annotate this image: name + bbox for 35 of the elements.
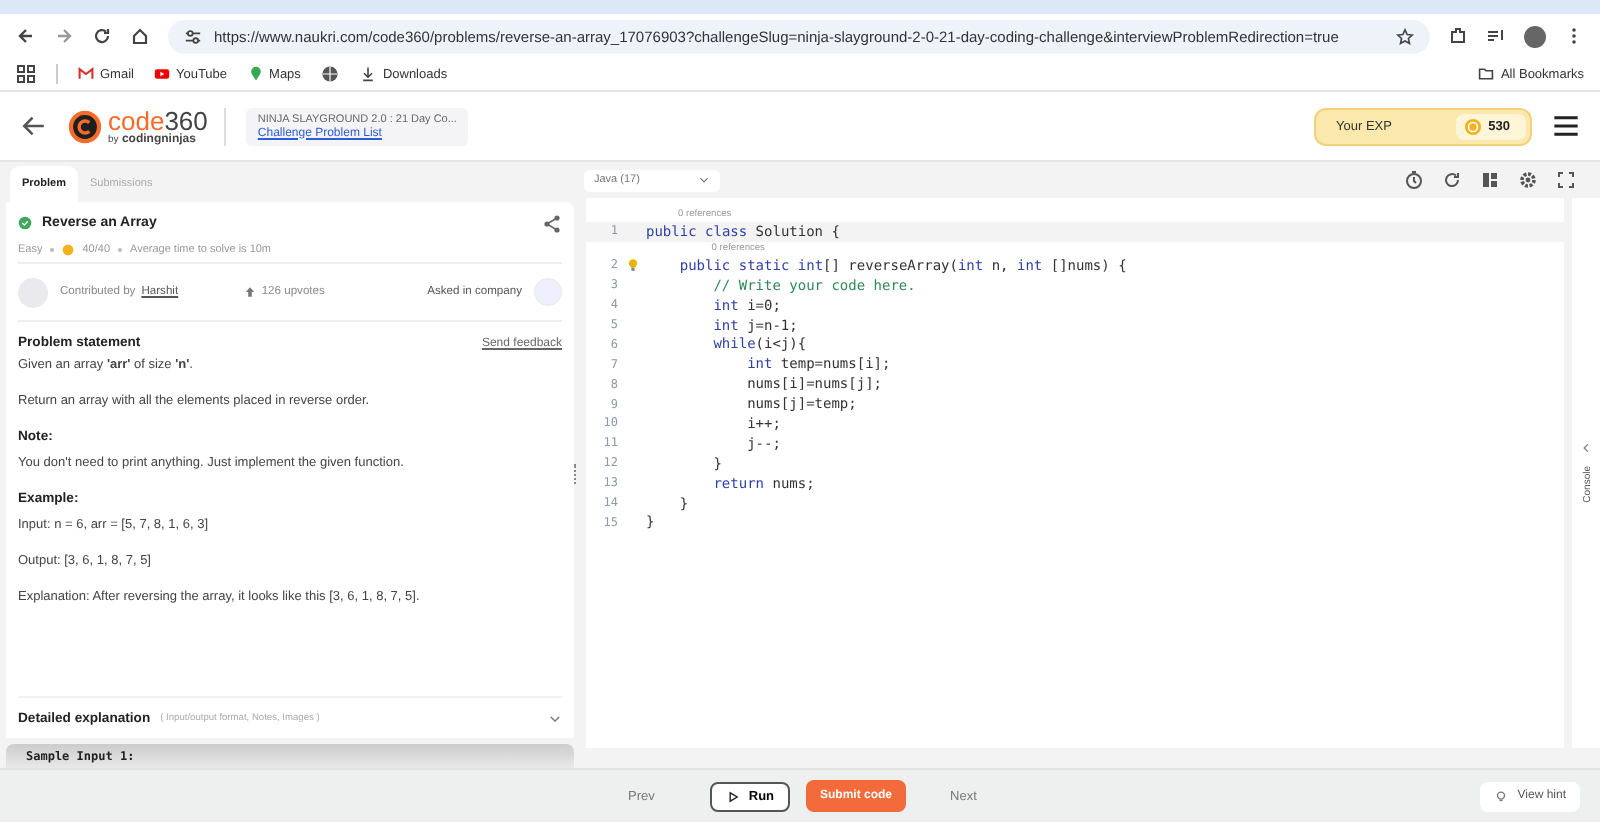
layout-icon[interactable] <box>1480 170 1500 190</box>
folder-icon <box>1478 66 1495 82</box>
play-icon <box>153 66 170 82</box>
logo-text: code360 <box>108 107 208 133</box>
media-icon[interactable] <box>1486 26 1506 46</box>
home-icon[interactable] <box>130 26 150 46</box>
apps-grid-icon[interactable] <box>16 64 36 84</box>
coin-icon <box>1464 117 1483 135</box>
globe-icon[interactable] <box>320 64 341 84</box>
settings-icon[interactable] <box>1518 170 1538 190</box>
star-icon[interactable] <box>1396 27 1414 45</box>
chevron-icon <box>698 174 710 186</box>
timer-icon[interactable] <box>1404 170 1424 190</box>
menu-icon[interactable] <box>1552 112 1580 140</box>
reset-icon[interactable] <box>1442 170 1462 190</box>
reload-icon[interactable] <box>92 26 112 46</box>
map-pin-icon <box>247 66 264 82</box>
download-icon <box>360 66 377 82</box>
fullscreen-icon[interactable] <box>1556 170 1576 190</box>
lightbulb-icon <box>1493 789 1508 803</box>
logo-icon <box>68 109 102 143</box>
forward-arrow-icon[interactable] <box>54 26 74 46</box>
upvote-icon[interactable] <box>243 286 256 298</box>
extensions-icon[interactable] <box>1448 26 1468 46</box>
coin-icon <box>62 243 75 255</box>
profile-avatar[interactable] <box>1524 25 1546 47</box>
play-icon <box>726 789 741 803</box>
share-icon[interactable] <box>542 213 562 233</box>
chevron-icon <box>1580 442 1592 455</box>
envelope-icon <box>78 66 94 82</box>
resize-handle[interactable] <box>574 463 580 483</box>
site-settings-icon[interactable] <box>184 27 202 45</box>
back-arrow-icon[interactable] <box>20 112 48 140</box>
back-arrow-icon[interactable] <box>16 26 36 46</box>
lightbulb-icon[interactable] <box>627 258 637 273</box>
